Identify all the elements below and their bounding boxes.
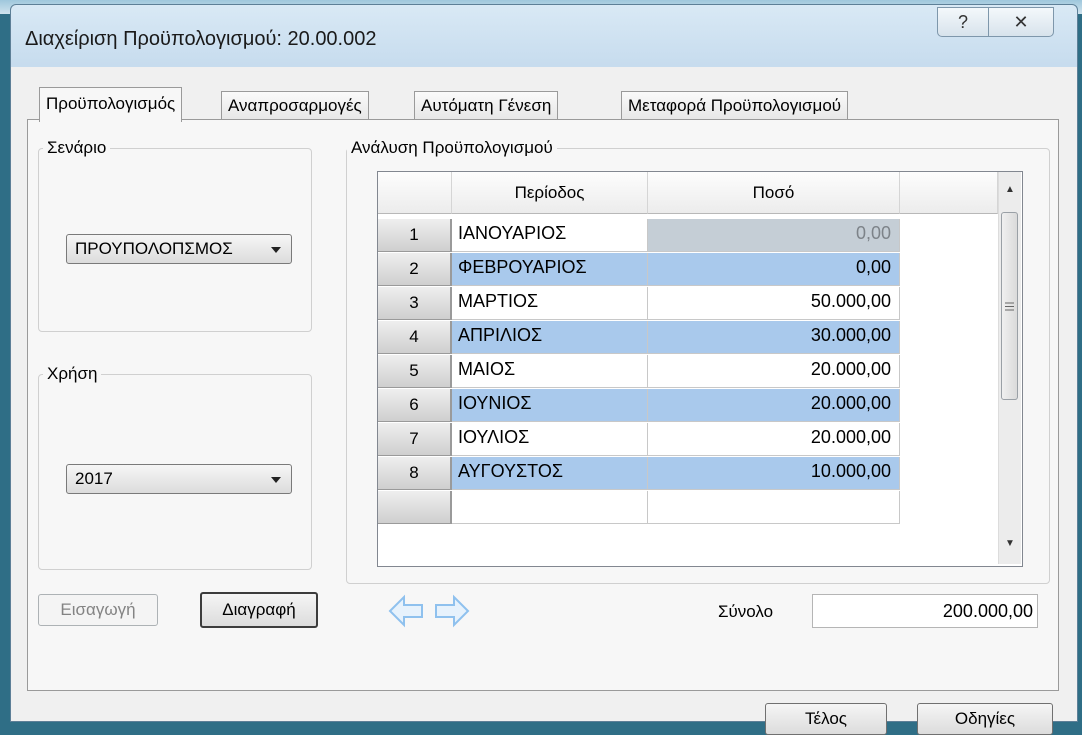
row-number: 4 — [378, 321, 452, 354]
table-row[interactable]: 1 ΙΑΝΟΥΑΡΙΟΣ 0,00 — [378, 219, 900, 253]
scenario-select[interactable]: ΠΡΟΥΠΟΛΟΠΣΜΟΣ — [66, 234, 292, 264]
row-number — [378, 491, 452, 524]
cell-period[interactable] — [452, 491, 648, 524]
table-row[interactable]: 4 ΑΠΡΙΛΙΟΣ 30.000,00 — [378, 321, 900, 355]
column-header-empty — [900, 172, 998, 214]
cell-amount[interactable]: 50.000,00 — [648, 287, 900, 320]
cell-amount[interactable]: 10.000,00 — [648, 457, 900, 490]
cell-amount[interactable]: 20.000,00 — [648, 355, 900, 388]
guidelines-button[interactable]: Οδηγίες — [917, 703, 1053, 735]
cell-amount[interactable]: 20.000,00 — [648, 423, 900, 456]
year-select[interactable]: 2017 — [66, 464, 292, 494]
budget-dialog: Διαχείριση Προϋπολογισμού: 20.00.002 ? ✕… — [10, 4, 1078, 735]
row-number: 6 — [378, 389, 452, 422]
tab-budget-transfer[interactable]: Μεταφορά Προϋπολογισμού — [621, 91, 849, 121]
table-row[interactable]: 7 ΙΟΥΛΙΟΣ 20.000,00 — [378, 423, 900, 457]
close-glyph: ✕ — [1013, 11, 1029, 32]
arrow-right-icon[interactable] — [434, 594, 470, 628]
cell-amount[interactable]: 20.000,00 — [648, 389, 900, 422]
year-value: 2017 — [75, 469, 113, 488]
row-number: 2 — [378, 253, 452, 286]
scenario-legend: Σενάριο — [47, 138, 107, 157]
table-row[interactable]: 2 ΦΕΒΡΟΥΑΡΙΟΣ 0,00 — [378, 253, 900, 287]
scroll-thumb[interactable] — [1001, 212, 1018, 400]
cell-amount[interactable]: 30.000,00 — [648, 321, 900, 354]
vertical-scrollbar[interactable]: ▲ ▼ — [998, 172, 1021, 564]
analysis-legend: Ανάλυση Προϋπολογισμού — [351, 138, 553, 157]
table-row[interactable]: 5 ΜΑΙΟΣ 20.000,00 — [378, 355, 900, 389]
cell-period[interactable]: ΙΟΥΝΙΟΣ — [452, 389, 648, 422]
row-number: 5 — [378, 355, 452, 388]
cell-period[interactable]: ΜΑΙΟΣ — [452, 355, 648, 388]
cell-period[interactable]: ΜΑΡΤΙΟΣ — [452, 287, 648, 320]
delete-button[interactable]: Διαγραφή — [200, 592, 318, 628]
insert-button[interactable]: Εισαγωγή — [38, 594, 158, 626]
chevron-down-icon — [271, 477, 281, 483]
tab-budget[interactable]: Προϋπολογισμός — [39, 87, 183, 122]
title-bar[interactable]: Διαχείριση Προϋπολογισμού: 20.00.002 ? ✕ — [11, 5, 1077, 67]
scenario-value: ΠΡΟΥΠΟΛΟΠΣΜΟΣ — [75, 239, 233, 258]
total-label: Σύνολο — [718, 602, 774, 621]
table-row[interactable]: 6 ΙΟΥΝΙΟΣ 20.000,00 — [378, 389, 900, 423]
year-legend: Χρήση — [47, 364, 98, 383]
cell-amount[interactable] — [648, 491, 900, 524]
tab-adjustments[interactable]: Αναπροσαρμογές — [221, 91, 369, 121]
row-header-corner — [378, 172, 452, 214]
cell-amount[interactable]: 0,00 — [648, 253, 900, 286]
budget-grid[interactable]: Περίοδος Ποσό 1 ΙΑΝΟΥΑΡΙΟΣ 0,00 2 ΦΕΒΡΟΥ… — [377, 171, 1023, 567]
help-glyph: ? — [957, 11, 968, 32]
cell-period[interactable]: ΑΥΓΟΥΣΤΟΣ — [452, 457, 648, 490]
window-title: Διαχείριση Προϋπολογισμού: 20.00.002 — [25, 28, 377, 50]
cell-period[interactable]: ΦΕΒΡΟΥΑΡΙΟΣ — [452, 253, 648, 286]
cell-period[interactable]: ΙΟΥΛΙΟΣ — [452, 423, 648, 456]
cell-amount[interactable]: 0,00 — [648, 219, 900, 252]
table-row[interactable]: 8 ΑΥΓΟΥΣΤΟΣ 10.000,00 — [378, 457, 900, 491]
chevron-down-icon — [271, 247, 281, 253]
table-row[interactable]: 3 ΜΑΡΤΙΟΣ 50.000,00 — [378, 287, 900, 321]
help-icon[interactable]: ? — [937, 7, 989, 37]
row-number: 3 — [378, 287, 452, 320]
cell-period[interactable]: ΑΠΡΙΛΙΟΣ — [452, 321, 648, 354]
scroll-up-icon[interactable]: ▲ — [999, 178, 1021, 200]
finish-button[interactable]: Τέλος — [765, 703, 887, 735]
tab-auto-generation[interactable]: Αυτόματη Γένεση — [414, 91, 559, 121]
table-row-partial[interactable] — [378, 491, 900, 525]
column-header-amount[interactable]: Ποσό — [648, 172, 900, 214]
cell-period[interactable]: ΙΑΝΟΥΑΡΙΟΣ — [452, 219, 648, 252]
scroll-down-icon[interactable]: ▼ — [999, 532, 1021, 554]
total-field: 200.000,00 — [812, 594, 1038, 628]
row-number: 7 — [378, 423, 452, 456]
row-number: 8 — [378, 457, 452, 490]
column-header-period[interactable]: Περίοδος — [452, 172, 648, 214]
row-number: 1 — [378, 219, 452, 252]
arrow-left-icon[interactable] — [388, 594, 424, 628]
dialog-body: Προϋπολογισμός Αναπροσαρμογές Αυτόματη Γ… — [11, 67, 1077, 735]
close-icon[interactable]: ✕ — [988, 7, 1054, 37]
